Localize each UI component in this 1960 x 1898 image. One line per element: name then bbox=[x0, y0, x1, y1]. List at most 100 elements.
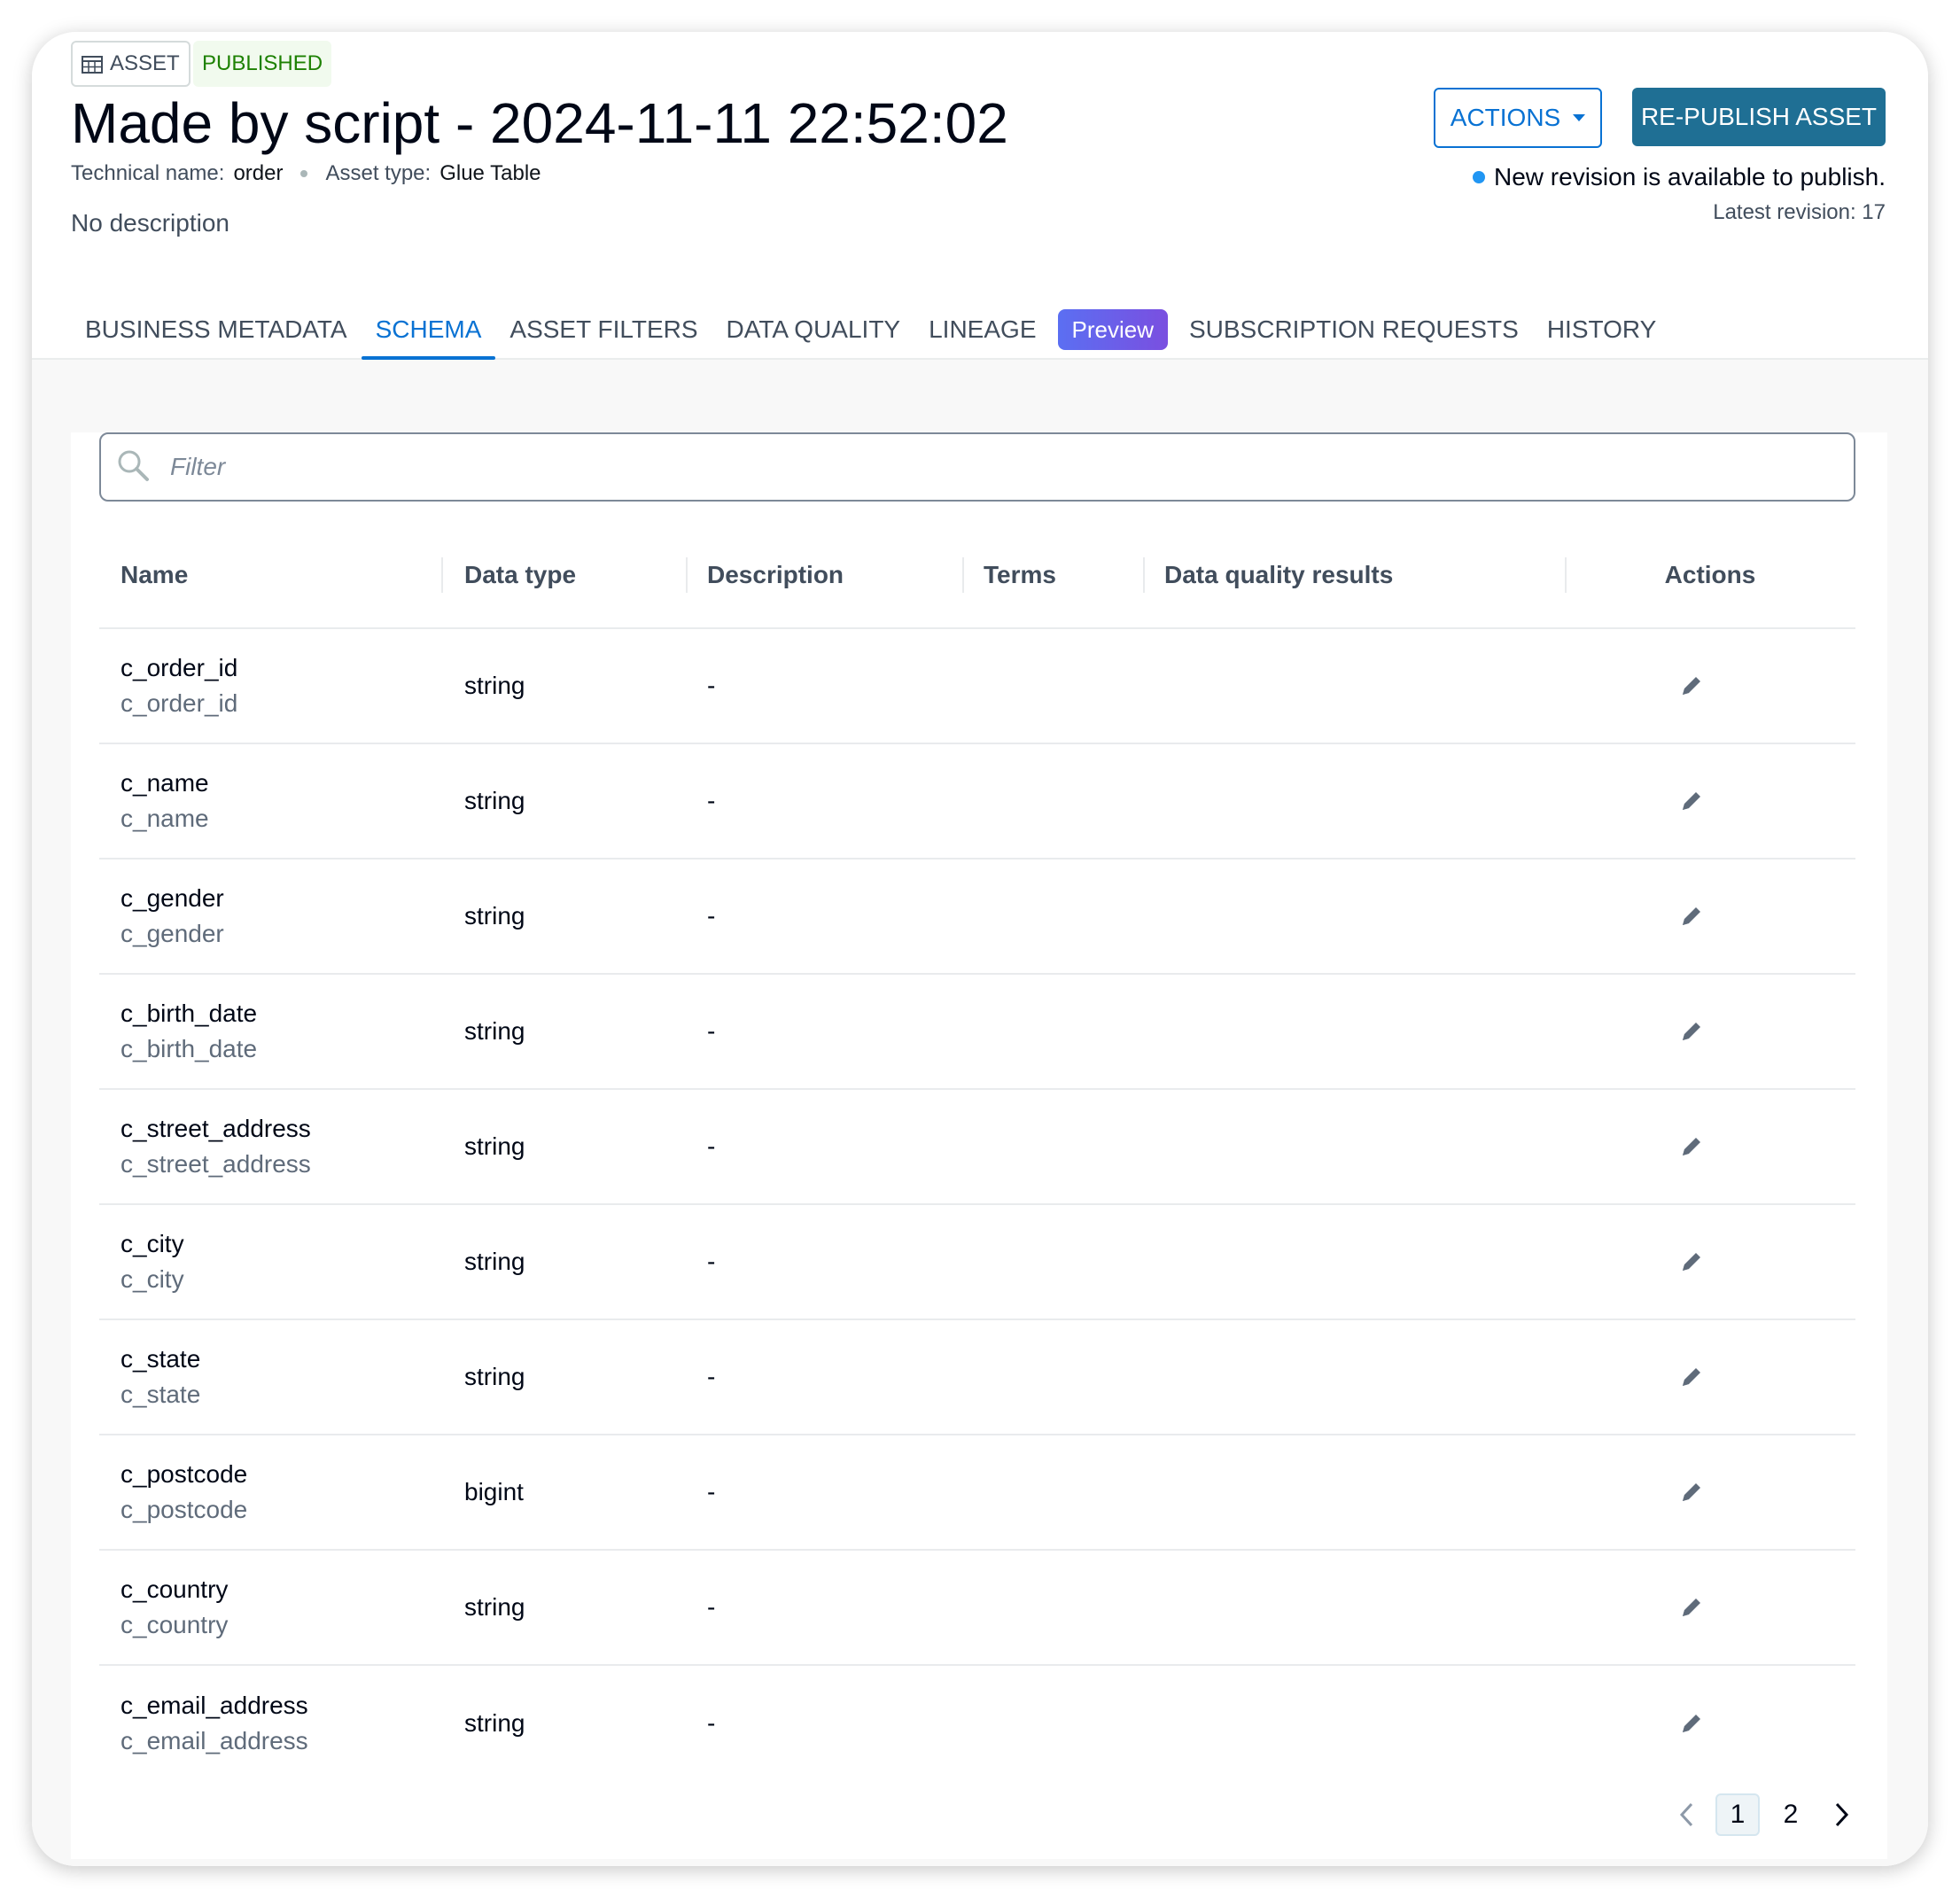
table-icon bbox=[82, 55, 103, 74]
cell-actions bbox=[1565, 1361, 1855, 1393]
revision-notice: New revision is available to publish. bbox=[1473, 163, 1886, 191]
separator-dot bbox=[300, 170, 308, 177]
preview-badge: Preview bbox=[1057, 309, 1168, 350]
asset-details-card: ASSET PUBLISHED Made by script - 2024-11… bbox=[32, 32, 1928, 1866]
column-business-name: c_email_address bbox=[121, 1692, 308, 1719]
column-business-name: c_state bbox=[121, 1345, 201, 1373]
cell-name: c_order_id c_order_id bbox=[99, 650, 441, 721]
column-business-name: c_order_id bbox=[121, 654, 238, 681]
cell-data-type: string bbox=[464, 1593, 525, 1621]
column-technical-name: c_order_id bbox=[121, 689, 238, 717]
technical-name-value: order bbox=[233, 161, 284, 185]
pencil-edit-icon[interactable] bbox=[1676, 900, 1707, 932]
column-business-name: c_gender bbox=[121, 884, 224, 912]
cell-actions bbox=[1565, 1246, 1855, 1278]
cell-data-type: string bbox=[464, 1132, 525, 1160]
cell-actions bbox=[1565, 900, 1855, 932]
column-technical-name: c_state bbox=[121, 1381, 201, 1408]
tab-schema[interactable]: SCHEMA bbox=[361, 299, 496, 360]
table-row: c_city c_city string - bbox=[99, 1205, 1855, 1320]
blue-dot-icon bbox=[1473, 171, 1485, 183]
cell-data-type: string bbox=[464, 1709, 525, 1737]
cell-data-type: bigint bbox=[464, 1478, 524, 1505]
table-row: c_country c_country string - bbox=[99, 1551, 1855, 1666]
cell-name: c_street_address c_street_address bbox=[99, 1111, 441, 1182]
cell-actions bbox=[1565, 1015, 1855, 1047]
pencil-edit-icon[interactable] bbox=[1676, 1591, 1707, 1623]
cell-actions bbox=[1565, 1131, 1855, 1163]
column-business-name: c_name bbox=[121, 769, 209, 797]
filter-input[interactable] bbox=[170, 453, 1765, 481]
tab-history[interactable]: HISTORY bbox=[1533, 299, 1670, 360]
pencil-edit-icon[interactable] bbox=[1676, 1476, 1707, 1508]
table-header: Name Data type Description Terms Data qu… bbox=[99, 523, 1855, 629]
table-row: c_postcode c_postcode bigint - bbox=[99, 1435, 1855, 1551]
pencil-edit-icon[interactable] bbox=[1676, 1015, 1707, 1047]
column-header-actions: Actions bbox=[1565, 557, 1855, 593]
cell-description: - bbox=[707, 1248, 716, 1275]
cell-name: c_city c_city bbox=[99, 1226, 441, 1297]
cell-description: - bbox=[707, 1017, 716, 1045]
column-business-name: c_city bbox=[121, 1230, 184, 1257]
pencil-edit-icon[interactable] bbox=[1676, 1361, 1707, 1393]
column-header-description[interactable]: Description bbox=[686, 557, 962, 593]
page-title: Made by script - 2024-11-11 22:52:02 bbox=[71, 91, 1008, 155]
pencil-edit-icon[interactable] bbox=[1676, 785, 1707, 817]
column-technical-name: c_city bbox=[121, 1265, 184, 1293]
revision-notice-text: New revision is available to publish. bbox=[1494, 163, 1886, 191]
pencil-edit-icon[interactable] bbox=[1676, 670, 1707, 702]
latest-revision: Latest revision: 17 bbox=[1713, 200, 1886, 224]
tab-business-metadata[interactable]: BUSINESS METADATA bbox=[71, 299, 362, 360]
cell-data-type: string bbox=[464, 902, 525, 930]
cell-name: c_country c_country bbox=[99, 1572, 441, 1643]
technical-name-label: Technical name: bbox=[71, 161, 225, 185]
cell-description: - bbox=[707, 1478, 716, 1505]
cell-actions bbox=[1565, 1591, 1855, 1623]
tab-subscription-requests[interactable]: SUBSCRIPTION REQUESTS bbox=[1175, 299, 1533, 360]
column-header-data-quality[interactable]: Data quality results bbox=[1143, 557, 1565, 593]
column-technical-name: c_birth_date bbox=[121, 1035, 258, 1062]
cell-data-type: string bbox=[464, 1017, 525, 1045]
cell-data-type: string bbox=[464, 1248, 525, 1275]
actions-dropdown-button[interactable]: ACTIONS bbox=[1434, 88, 1602, 148]
cell-name: c_email_address c_email_address bbox=[99, 1688, 441, 1759]
chevron-left-icon[interactable] bbox=[1668, 1793, 1707, 1836]
cell-description: - bbox=[707, 787, 716, 814]
pencil-edit-icon[interactable] bbox=[1676, 1246, 1707, 1278]
column-header-data-type[interactable]: Data type bbox=[441, 557, 686, 593]
cell-name: c_postcode c_postcode bbox=[99, 1457, 441, 1528]
column-business-name: c_birth_date bbox=[121, 1000, 258, 1027]
republish-asset-button[interactable]: RE-PUBLISH ASSET bbox=[1632, 88, 1886, 146]
tab-lineage[interactable]: LINEAGE bbox=[914, 299, 1050, 360]
cell-actions bbox=[1565, 1707, 1855, 1739]
cell-name: c_birth_date c_birth_date bbox=[99, 996, 441, 1067]
cell-data-type: string bbox=[464, 1363, 525, 1390]
column-business-name: c_postcode bbox=[121, 1460, 248, 1488]
cell-name: c_state c_state bbox=[99, 1342, 441, 1412]
table-row: c_birth_date c_birth_date string - bbox=[99, 975, 1855, 1090]
cell-description: - bbox=[707, 1363, 716, 1390]
tab-data-quality[interactable]: DATA QUALITY bbox=[712, 299, 915, 360]
tab-bar: BUSINESS METADATA SCHEMA ASSET FILTERS D… bbox=[71, 299, 1670, 360]
table-row: c_email_address c_email_address string - bbox=[99, 1666, 1855, 1781]
pencil-edit-icon[interactable] bbox=[1676, 1131, 1707, 1163]
asset-description: No description bbox=[71, 209, 229, 237]
cell-name: c_name c_name bbox=[99, 766, 441, 836]
table-row: c_gender c_gender string - bbox=[99, 860, 1855, 975]
asset-type-value: Glue Table bbox=[439, 161, 541, 185]
search-icon bbox=[115, 447, 151, 487]
actions-button-label: ACTIONS bbox=[1450, 104, 1561, 131]
chevron-right-icon[interactable] bbox=[1822, 1793, 1861, 1836]
page-button-2[interactable]: 2 bbox=[1769, 1793, 1813, 1836]
column-header-name[interactable]: Name bbox=[99, 557, 441, 593]
table-row: c_order_id c_order_id string - bbox=[99, 629, 1855, 744]
tab-asset-filters[interactable]: ASSET FILTERS bbox=[495, 299, 712, 360]
column-header-terms[interactable]: Terms bbox=[962, 557, 1143, 593]
schema-table: Name Data type Description Terms Data qu… bbox=[99, 523, 1855, 1781]
cell-description: - bbox=[707, 1593, 716, 1621]
column-technical-name: c_gender bbox=[121, 920, 224, 947]
pencil-edit-icon[interactable] bbox=[1676, 1707, 1707, 1739]
page-button-1[interactable]: 1 bbox=[1715, 1793, 1760, 1836]
cell-description: - bbox=[707, 672, 716, 699]
column-technical-name: c_email_address bbox=[121, 1727, 308, 1754]
